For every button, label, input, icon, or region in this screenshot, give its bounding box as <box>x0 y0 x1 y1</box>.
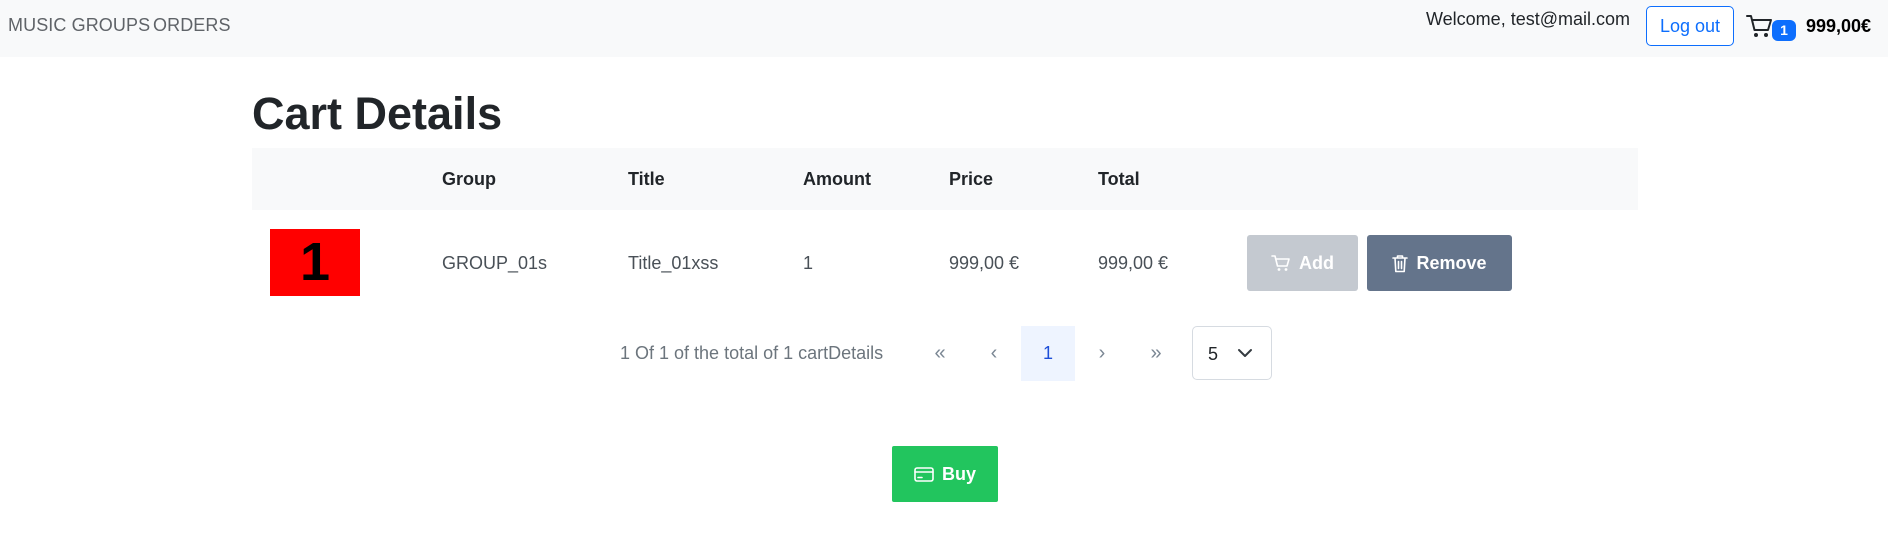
page-title: Cart Details <box>252 88 503 139</box>
credit-card-icon <box>914 466 934 482</box>
remove-button-label: Remove <box>1416 252 1487 273</box>
page-size-value: 5 <box>1208 344 1219 364</box>
cell-amount: 1 <box>803 253 814 273</box>
logout-button[interactable]: Log out <box>1646 6 1734 46</box>
cell-price: 999,00 € <box>949 253 1020 273</box>
cell-group: GROUP_01s <box>442 253 548 273</box>
column-header-total: Total <box>1098 169 1140 189</box>
cell-title: Title_01xss <box>628 253 719 273</box>
navbar: MUSIC GROUPS ORDERS Welcome, test@mail.c… <box>0 0 1888 57</box>
column-header-amount: Amount <box>803 169 871 189</box>
page-size-select[interactable]: 5 <box>1192 326 1272 380</box>
cart-icon[interactable] <box>1746 13 1774 39</box>
buy-button-label: Buy <box>941 463 976 484</box>
welcome-text: Welcome, test@mail.com <box>1426 9 1630 29</box>
add-button-label: Add <box>1299 252 1334 273</box>
pagination-prev-button[interactable]: ‹ <box>967 327 1021 380</box>
cell-total: 999,00 € <box>1098 253 1169 273</box>
cart-count-badge: 1 <box>1772 20 1796 41</box>
column-header-group: Group <box>442 169 496 189</box>
table-row: 1 GROUP_01s Title_01xss 1 999,00 € 999,0… <box>252 210 1638 316</box>
pagination-next-button[interactable]: › <box>1075 327 1129 380</box>
remove-button[interactable]: Remove <box>1367 235 1512 291</box>
column-header-price: Price <box>949 169 994 189</box>
pagination-current-page[interactable]: 1 <box>1021 326 1075 381</box>
cart-small-icon <box>1271 255 1290 271</box>
pagination-first-button[interactable]: « <box>913 327 967 380</box>
pagination-last-button[interactable]: » <box>1129 327 1183 380</box>
add-button[interactable]: Add <box>1247 235 1358 291</box>
buy-button[interactable]: Buy <box>892 446 998 502</box>
table-header: Group Title Amount Price Total <box>252 148 1638 210</box>
trash-icon <box>1392 254 1409 272</box>
nav-link-orders[interactable]: ORDERS <box>153 15 231 36</box>
column-header-title: Title <box>628 169 665 189</box>
pagination-info: 1 Of 1 of the total of 1 cartDetails <box>620 343 884 363</box>
item-thumbnail: 1 <box>270 229 360 296</box>
cart-total: 999,00€ <box>1806 16 1872 36</box>
nav-link-music-groups[interactable]: MUSIC GROUPS <box>8 15 150 36</box>
chevron-down-icon <box>1238 349 1252 357</box>
